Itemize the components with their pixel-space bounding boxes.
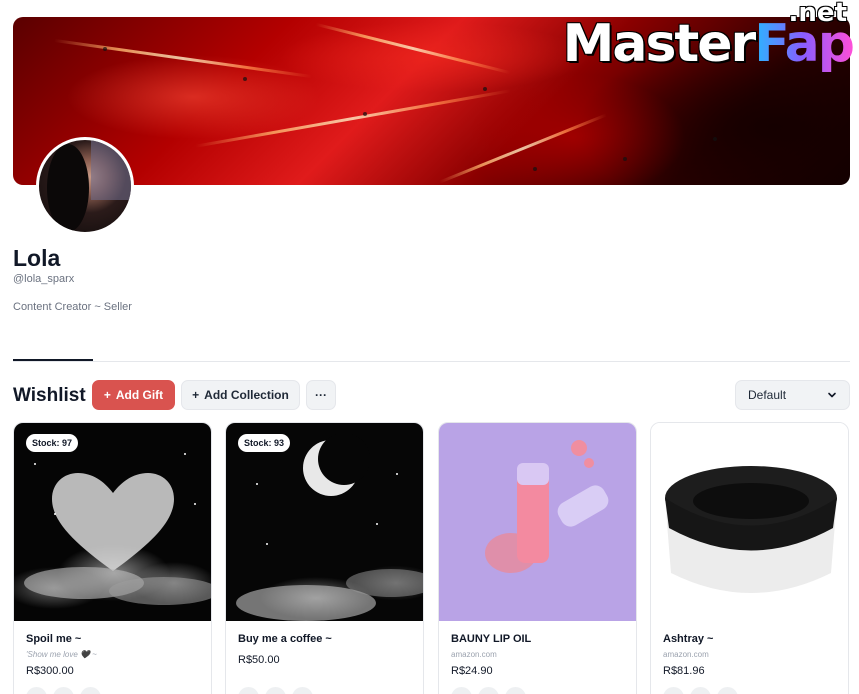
wishlist-card[interactable]: Stock: 93 Buy me a coffee ~ R$50.00 bbox=[225, 422, 424, 694]
action-button[interactable] bbox=[717, 687, 738, 694]
action-button[interactable] bbox=[663, 687, 684, 694]
action-button[interactable] bbox=[265, 687, 286, 694]
item-price: R$300.00 bbox=[26, 665, 74, 677]
profile-handle: @lola_sparx bbox=[13, 273, 75, 285]
item-image-ashtray[interactable] bbox=[651, 423, 848, 621]
action-button[interactable] bbox=[451, 687, 472, 694]
profile-bio: Content Creator ~ Seller bbox=[13, 301, 132, 313]
stock-badge: Stock: 93 bbox=[238, 434, 291, 452]
add-collection-button[interactable]: + Add Collection bbox=[181, 380, 300, 410]
action-button[interactable] bbox=[53, 687, 74, 694]
item-actions bbox=[26, 687, 101, 694]
action-button[interactable] bbox=[505, 687, 526, 694]
item-title[interactable]: BAUNY LIP OIL bbox=[451, 633, 531, 645]
plus-icon: + bbox=[192, 388, 200, 402]
avatar[interactable] bbox=[36, 137, 134, 235]
item-actions bbox=[451, 687, 526, 694]
action-button[interactable] bbox=[690, 687, 711, 694]
tab-active-indicator[interactable] bbox=[13, 359, 93, 361]
item-image-moon[interactable] bbox=[226, 423, 423, 621]
item-title[interactable]: Buy me a coffee ~ bbox=[238, 633, 332, 645]
more-options-button[interactable]: ··· bbox=[306, 380, 336, 410]
wishlist-title: Wishlist bbox=[13, 385, 86, 406]
stock-badge: Stock: 97 bbox=[26, 434, 79, 452]
wishlist-card[interactable]: Ashtray ~ amazon.com R$81.96 bbox=[650, 422, 849, 694]
add-gift-button[interactable]: + Add Gift bbox=[92, 380, 175, 410]
item-image-heart[interactable] bbox=[14, 423, 211, 621]
item-image-lip-oil[interactable] bbox=[439, 423, 636, 621]
add-collection-label: Add Collection bbox=[204, 388, 289, 402]
sort-select-value: Default bbox=[748, 388, 787, 402]
add-gift-label: Add Gift bbox=[115, 388, 164, 402]
watermark-logo: Master Fap .net bbox=[562, 0, 855, 74]
item-subtitle: 'Show me love 🖤 ~ bbox=[26, 650, 97, 659]
action-button[interactable] bbox=[26, 687, 47, 694]
item-price: R$50.00 bbox=[238, 654, 280, 666]
logo-main-text: Master bbox=[562, 14, 757, 74]
profile-name: Lola bbox=[13, 245, 61, 271]
wishlist-card[interactable]: Stock: 97 Spoil me ~ 'Show me love 🖤 ~ R… bbox=[13, 422, 212, 694]
item-title[interactable]: Spoil me ~ bbox=[26, 633, 81, 645]
item-title[interactable]: Ashtray ~ bbox=[663, 633, 713, 645]
sort-select[interactable]: Default bbox=[735, 380, 850, 410]
action-button[interactable] bbox=[238, 687, 259, 694]
item-source: amazon.com bbox=[451, 650, 497, 659]
moon-icon bbox=[236, 433, 423, 621]
item-price: R$24.90 bbox=[451, 665, 493, 677]
item-source: amazon.com bbox=[663, 650, 709, 659]
heart-icon bbox=[24, 473, 211, 605]
action-button[interactable] bbox=[292, 687, 313, 694]
more-icon: ··· bbox=[315, 388, 327, 402]
chevron-down-icon bbox=[828, 392, 836, 398]
action-button[interactable] bbox=[478, 687, 499, 694]
ashtray-icon bbox=[665, 466, 837, 593]
wishlist-card[interactable]: BAUNY LIP OIL amazon.com R$24.90 bbox=[438, 422, 637, 694]
item-actions bbox=[238, 687, 313, 694]
logo-suffix-text: .net bbox=[788, 0, 847, 28]
action-button[interactable] bbox=[80, 687, 101, 694]
lip-oil-icon bbox=[485, 440, 609, 573]
item-actions bbox=[663, 687, 738, 694]
tab-divider bbox=[13, 361, 850, 362]
item-price: R$81.96 bbox=[663, 665, 705, 677]
plus-icon: + bbox=[103, 388, 111, 402]
